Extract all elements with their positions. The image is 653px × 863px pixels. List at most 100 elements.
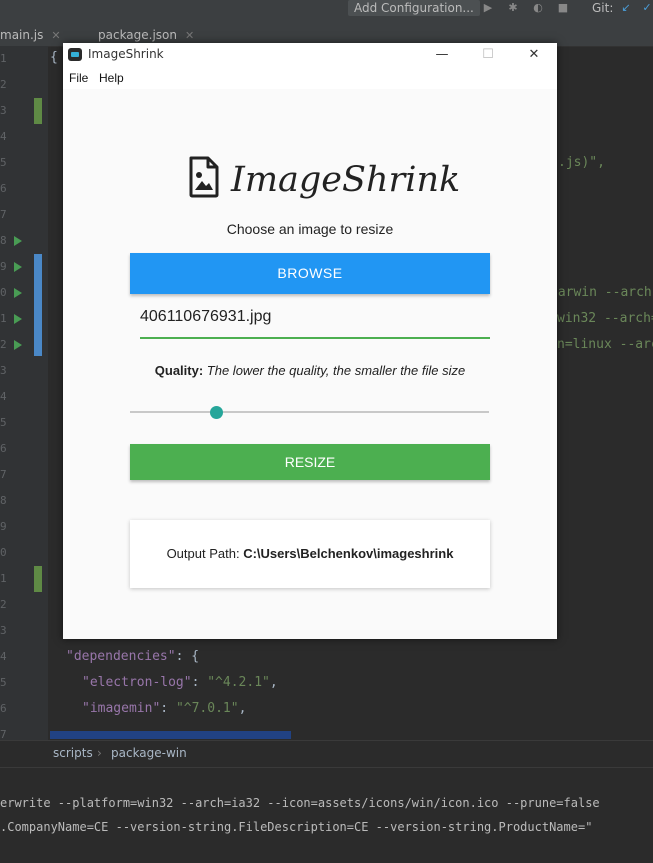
code-punctuation: : <box>191 675 208 690</box>
code-punctuation: , <box>238 701 247 716</box>
code-punctuation: , <box>269 675 278 690</box>
line-number: 0 <box>0 546 7 559</box>
run-script-icon[interactable] <box>14 340 22 350</box>
line-number: 3 <box>0 104 7 117</box>
line-number: 0 <box>0 286 7 299</box>
quality-slider[interactable] <box>130 411 489 413</box>
line-number: 9 <box>0 520 7 533</box>
code-key: "imagemin" <box>82 701 161 716</box>
line-number: 8 <box>0 494 7 507</box>
breadcrumb-scripts[interactable]: scripts <box>53 746 93 760</box>
line-number: 4 <box>0 130 7 143</box>
close-icon[interactable]: ✕ <box>185 29 194 42</box>
line-number: 4 <box>0 650 7 663</box>
terminal-panel: erwrite --platform=win32 --arch=ia32 --i… <box>0 767 653 863</box>
line-number: 2 <box>0 598 7 611</box>
output-path-text: Output Path: C:\Users\Belchenkov\imagesh… <box>130 546 490 561</box>
app-icon <box>68 48 82 61</box>
git-label: Git: <box>592 1 614 15</box>
code-fragment: .js)", <box>558 155 605 170</box>
page-subtitle: Choose an image to resize <box>226 221 394 237</box>
debug-icon[interactable]: ✱ <box>507 2 519 14</box>
code-fragment: darwin --arch <box>550 285 652 300</box>
vcs-modified-marker <box>34 254 42 356</box>
browse-button[interactable]: BROWSE <box>130 253 490 294</box>
resize-button[interactable]: RESIZE <box>130 444 490 480</box>
line-number: 1 <box>0 52 7 65</box>
terminal-line: erwrite --platform=win32 --arch=ia32 --i… <box>0 796 600 810</box>
stop-icon[interactable]: ■ <box>557 2 569 14</box>
line-number: 3 <box>0 624 7 637</box>
ide-toolbar: Add Configuration... ▶ ✱ ◐ ■ Git: ↙ ✓ <box>0 0 653 20</box>
menu-help[interactable]: Help <box>99 71 124 85</box>
line-number: 3 <box>0 364 7 377</box>
vcs-added-marker <box>34 98 42 124</box>
output-path-card: Output Path: C:\Users\Belchenkov\imagesh… <box>130 520 490 588</box>
menu-file[interactable]: File <box>69 71 88 85</box>
tab-label: package.json <box>98 28 178 42</box>
run-script-icon[interactable] <box>14 236 22 246</box>
maximize-button[interactable]: ☐ <box>465 43 511 67</box>
run-icon[interactable]: ▶ <box>482 2 494 14</box>
code-brace: { <box>50 50 58 65</box>
breadcrumb-package-win[interactable]: package-win <box>111 746 187 760</box>
window-title: ImageShrink <box>88 47 164 61</box>
quality-slider-thumb[interactable] <box>209 406 223 419</box>
output-path-label: Output Path: <box>166 546 240 561</box>
file-field-underline <box>140 337 490 339</box>
line-number: 7 <box>0 468 7 481</box>
quality-hint: The lower the quality, the smaller the f… <box>206 363 466 378</box>
menu-bar: File Help <box>63 67 557 89</box>
horizontal-scrollbar[interactable] <box>50 731 291 739</box>
profile-icon[interactable]: ◐ <box>532 2 544 14</box>
window-titlebar[interactable]: ImageShrink — ☐ ✕ <box>63 43 557 67</box>
code-punctuation: : <box>160 701 176 716</box>
line-number: 7 <box>0 208 7 221</box>
selected-file-name: 406110676931.jpg <box>140 308 272 325</box>
line-number: 9 <box>0 260 7 273</box>
close-icon[interactable]: ✕ <box>51 29 60 42</box>
close-button[interactable]: ✕ <box>511 43 557 67</box>
code-fragment: n=linux --arc <box>557 337 653 352</box>
run-script-icon[interactable] <box>14 262 22 272</box>
minimize-button[interactable]: — <box>419 43 465 67</box>
line-number: 2 <box>0 78 7 91</box>
breadcrumb: scripts › package-win <box>0 740 653 767</box>
terminal-line: .CompanyName=CE --version-string.FileDes… <box>0 820 593 834</box>
line-number: 5 <box>0 416 7 429</box>
line-number: 5 <box>0 676 7 689</box>
add-configuration-button[interactable]: Add Configuration... <box>348 0 480 16</box>
git-commit-icon[interactable]: ✓ <box>641 2 653 14</box>
line-number: 5 <box>0 156 7 169</box>
vcs-added-marker <box>34 566 42 592</box>
code-punctuation: : { <box>175 649 200 664</box>
line-number: 1 <box>0 572 7 585</box>
line-number: 1 <box>0 312 7 325</box>
code-value: "^7.0.1" <box>175 701 239 716</box>
line-number: 6 <box>0 442 7 455</box>
code-line-electron-log: "electron-log": "^4.2.1", <box>82 675 278 690</box>
code-line-dependencies: "dependencies": { <box>66 649 199 664</box>
code-fragment: win32 --arch= <box>557 311 653 326</box>
line-number: 2 <box>0 338 7 351</box>
app-logo-text: ImageShrink <box>231 160 461 200</box>
code-value: "^4.2.1" <box>207 675 270 690</box>
line-number: 4 <box>0 390 7 403</box>
run-script-icon[interactable] <box>14 288 22 298</box>
imageshrink-window: ImageShrink — ☐ ✕ File Help ImageShrink … <box>63 43 557 639</box>
code-line-imagemin: "imagemin": "^7.0.1", <box>82 701 246 716</box>
line-number: 6 <box>0 182 7 195</box>
run-script-icon[interactable] <box>14 314 22 324</box>
code-key: "dependencies" <box>66 649 176 664</box>
code-key: "electron-log" <box>82 675 192 690</box>
breadcrumb-separator-icon: › <box>97 746 102 760</box>
line-number: 6 <box>0 702 7 715</box>
quality-label: Quality: <box>154 363 204 378</box>
quality-description: Quality: The lower the quality, the smal… <box>63 363 557 378</box>
tab-main-js[interactable]: main.js ✕ <box>0 24 61 46</box>
tab-label: main.js <box>0 28 44 42</box>
git-update-icon[interactable]: ↙ <box>620 2 632 14</box>
line-number-gutter: 1 2 3 4 5 6 7 8 9 0 1 2 3 4 5 6 7 8 9 0 … <box>0 46 48 741</box>
image-file-icon <box>189 156 219 198</box>
output-path-value: C:\Users\Belchenkov\imageshrink <box>243 546 454 561</box>
